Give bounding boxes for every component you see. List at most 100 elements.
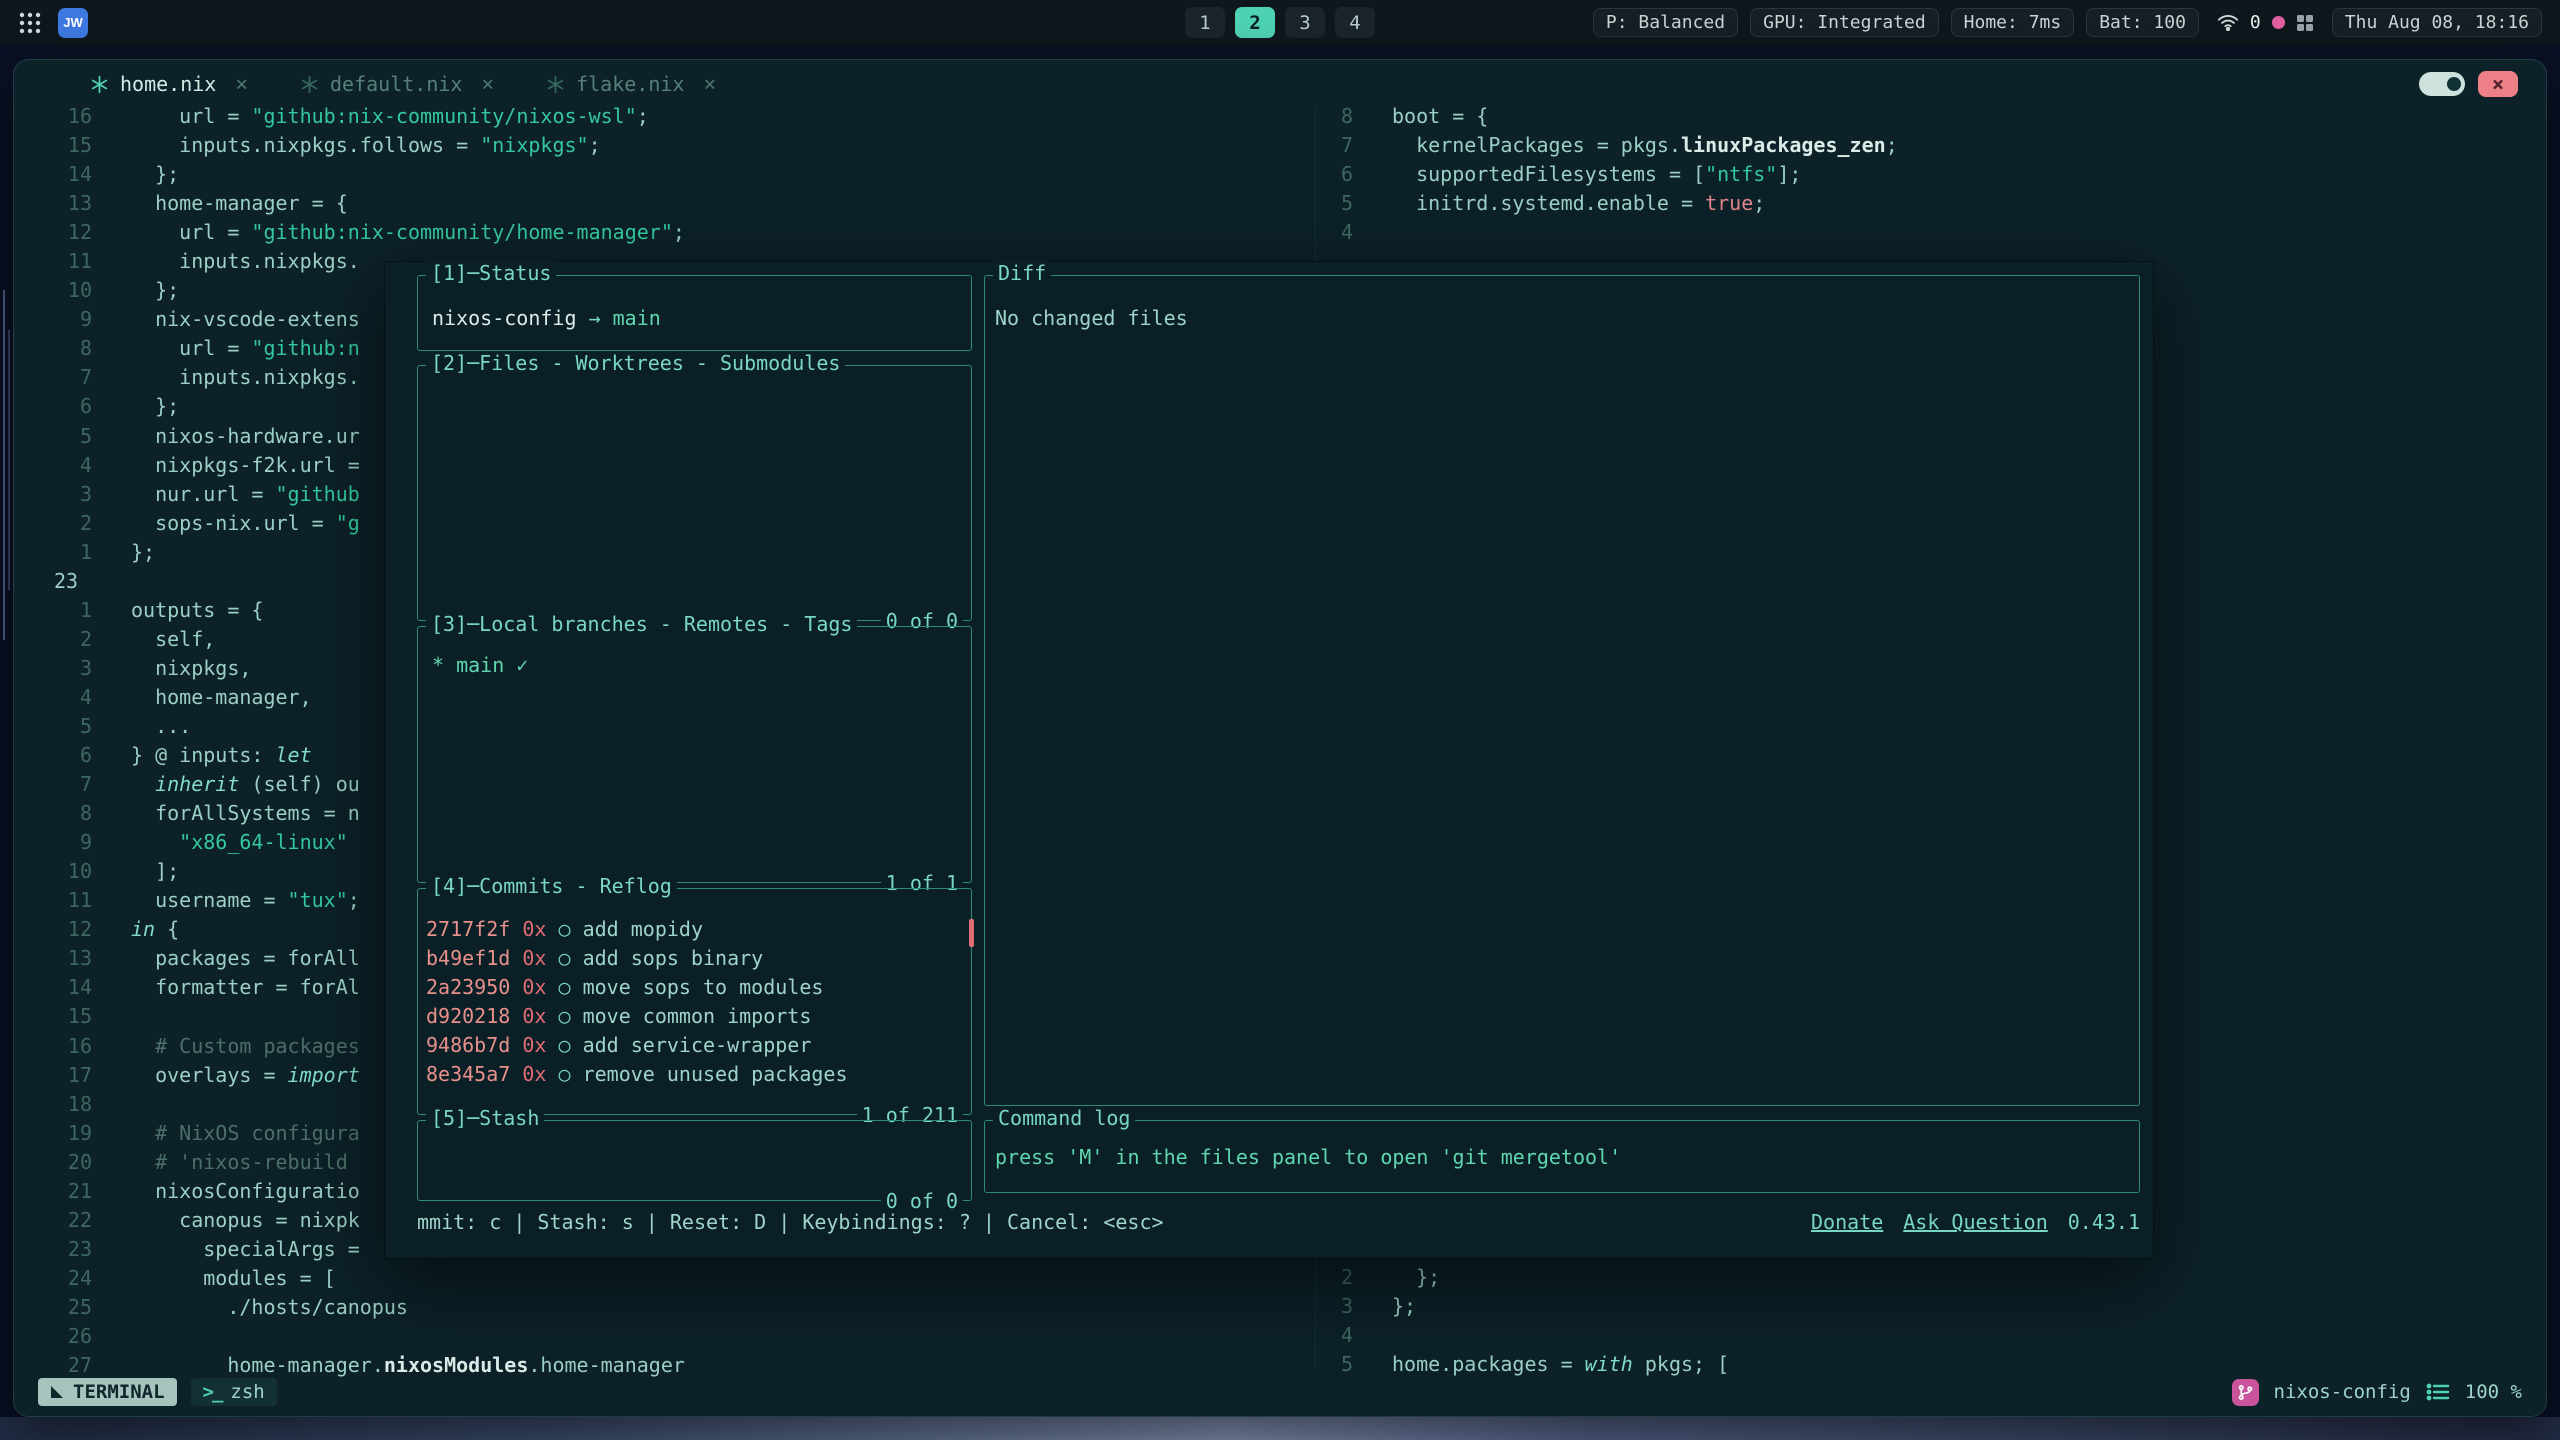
editor-line: 13 home-manager = { — [14, 189, 1316, 218]
tab-flake.nix[interactable]: flake.nix× — [546, 72, 716, 96]
lazygit-options-bar: mmit: c | Stash: s | Reset: D | Keybindi… — [417, 1210, 2140, 1234]
lazygit-commits-panel[interactable]: [4]─Commits - Reflog 2717f2f 0x ○ add mo… — [417, 888, 972, 1115]
panel-title: [3]─Local branches - Remotes - Tags — [426, 612, 857, 636]
panel-title: [5]─Stash — [426, 1106, 544, 1130]
editor-line: 5 initrd.systemd.enable = true; — [1316, 189, 2542, 218]
mode-indicator[interactable]: TERMINAL — [38, 1378, 177, 1406]
clock[interactable]: Thu Aug 08, 18:16 — [2332, 8, 2542, 37]
float-toggle[interactable] — [2419, 72, 2465, 96]
commit-row[interactable]: 2a23950 0x ○ move sops to modules — [426, 973, 971, 1002]
percent-indicator: 100 % — [2465, 1381, 2522, 1403]
editor-line: 26 — [14, 1322, 1316, 1351]
commit-list: 2717f2f 0x ○ add mopidyb49ef1d 0x ○ add … — [418, 889, 971, 1089]
editor-right-bottom: 2 };3};45home.packages = with pkgs; [ — [1316, 1263, 2542, 1379]
editor-right-top: 8boot = {7 kernelPackages = pkgs.linuxPa… — [1316, 102, 2542, 247]
commit-row[interactable]: d920218 0x ○ move common imports — [426, 1002, 971, 1031]
mode-label: TERMINAL — [73, 1381, 165, 1403]
top-bar: JW 1234 P: Balanced GPU: Integrated Home… — [0, 0, 2560, 45]
lazygit-diff-panel[interactable]: Diff No changed files — [984, 275, 2140, 1106]
editor-line: 16 url = "github:nix-community/nixos-wsl… — [14, 102, 1316, 131]
repo-name: nixos-config — [432, 306, 577, 330]
wallpaper-strip — [0, 1417, 2560, 1440]
editor-line: 14 }; — [14, 160, 1316, 189]
nix-snowflake-icon — [90, 75, 109, 94]
editor-line: 25 ./hosts/canopus — [14, 1293, 1316, 1322]
lazygit-popup: [1]─Status nixos-config → main [2]─Files… — [385, 262, 2153, 1258]
current-branch: main — [613, 306, 661, 330]
workspace-4[interactable]: 4 — [1335, 7, 1375, 38]
lazygit-branches-panel[interactable]: [3]─Local branches - Remotes - Tags * ma… — [417, 626, 972, 883]
nix-snowflake-icon — [546, 75, 565, 94]
lazygit-stash-panel[interactable]: [5]─Stash 0 of 0 — [417, 1120, 972, 1201]
command-log-content: press 'M' in the files panel to open 'gi… — [985, 1121, 2139, 1169]
editor-line: 4 — [1316, 1321, 2542, 1350]
status-bar: TERMINAL >_ zsh nixos-config 100 % — [38, 1376, 2522, 1408]
window-close-button[interactable]: × — [2478, 71, 2518, 97]
editor-line: 2 }; — [1316, 1263, 2542, 1292]
keybinding-hints: mmit: c | Stash: s | Reset: D | Keybindi… — [417, 1210, 1164, 1234]
lazygit-files-panel[interactable]: [2]─Files - Worktrees - Submodules 0 of … — [417, 365, 972, 621]
lazygit-command-log-panel[interactable]: Command log press 'M' in the files panel… — [984, 1120, 2140, 1193]
mode-icon — [50, 1385, 64, 1399]
branch-row[interactable]: * main ✓ — [432, 653, 528, 677]
gpu-module[interactable]: GPU: Integrated — [1750, 8, 1939, 37]
tab-close-icon[interactable]: × — [235, 72, 248, 96]
diff-content: No changed files — [985, 276, 2139, 330]
wallpaper-line — [8, 330, 10, 590]
wallpaper-line — [3, 290, 5, 640]
workspace-2[interactable]: 2 — [1235, 7, 1275, 38]
commit-row[interactable]: 8e345a7 0x ○ remove unused packages — [426, 1060, 971, 1089]
lazygit-status-panel[interactable]: [1]─Status nixos-config → main — [417, 275, 972, 351]
recorder-tray-icon[interactable] — [2272, 16, 2285, 29]
layout-tray-icon[interactable] — [2296, 14, 2314, 32]
session-name: nixos-config — [2274, 1381, 2411, 1403]
tab-default.nix[interactable]: default.nix× — [300, 72, 494, 96]
editor-line: 4 — [1316, 218, 2542, 247]
editor-line: 5home.packages = with pkgs; [ — [1316, 1350, 2542, 1379]
tab-close-icon[interactable]: × — [481, 72, 494, 96]
editor-line: 3}; — [1316, 1292, 2542, 1321]
panel-title: [2]─Files - Worktrees - Submodules — [426, 351, 845, 375]
commit-row[interactable]: 9486b7d 0x ○ add service-wrapper — [426, 1031, 971, 1060]
app-launcher-icon[interactable] — [18, 11, 42, 35]
workspace-1[interactable]: 1 — [1185, 7, 1225, 38]
editor-line: 12 url = "github:nix-community/home-mana… — [14, 218, 1316, 247]
tab-bar: home.nix× default.nix× flake.nix× — [90, 72, 716, 96]
editor-line: 7 kernelPackages = pkgs.linuxPackages_ze… — [1316, 131, 2542, 160]
panel-title: Command log — [993, 1106, 1135, 1130]
workspace-switcher: 1234 — [1185, 7, 1375, 38]
editor-tab-bar: home.nix× default.nix× flake.nix× × — [14, 60, 2546, 108]
battery-module[interactable]: Bat: 100 — [2086, 8, 2199, 37]
arrow-icon: → — [589, 306, 601, 330]
shell-label: zsh — [230, 1381, 264, 1403]
workspace-3[interactable]: 3 — [1285, 7, 1325, 38]
version-label: 0.43.1 — [2068, 1210, 2140, 1234]
terminal-window: home.nix× default.nix× flake.nix× × 16 url… — [13, 59, 2547, 1417]
editor-line: 15 inputs.nixpkgs.follows = "nixpkgs"; — [14, 131, 1316, 160]
tab-home.nix[interactable]: home.nix× — [90, 72, 248, 96]
prompt-icon: >_ — [203, 1381, 222, 1403]
donate-link[interactable]: Donate — [1811, 1210, 1883, 1234]
ask-question-link[interactable]: Ask Question — [1903, 1210, 2048, 1234]
nix-snowflake-icon — [300, 75, 319, 94]
panel-title: Diff — [993, 261, 1051, 285]
panel-title: [1]─Status — [426, 261, 556, 285]
git-branch-icon — [2237, 1384, 2254, 1401]
editor-line: 6 supportedFilesystems = ["ntfs"]; — [1316, 160, 2542, 189]
network-latency-module[interactable]: Home: 7ms — [1951, 8, 2075, 37]
commits-scrollbar[interactable] — [969, 919, 974, 947]
shell-tab[interactable]: >_ zsh — [191, 1378, 277, 1406]
notification-count[interactable]: 0 — [2250, 12, 2261, 33]
editor-line: 24 modules = [ — [14, 1264, 1316, 1293]
toggle-knob-icon — [2447, 77, 2461, 91]
power-profile-module[interactable]: P: Balanced — [1593, 8, 1738, 37]
commit-row[interactable]: 2717f2f 0x ○ add mopidy — [426, 915, 971, 944]
editor-line: 8boot = { — [1316, 102, 2542, 131]
list-icon[interactable] — [2426, 1382, 2450, 1402]
commit-row[interactable]: b49ef1d 0x ○ add sops binary — [426, 944, 971, 973]
wifi-icon[interactable] — [2217, 14, 2239, 31]
system-tray: 0 — [2211, 12, 2320, 33]
tab-close-icon[interactable]: × — [703, 72, 716, 96]
logo-badge[interactable]: JW — [58, 8, 88, 38]
git-branch-chip[interactable] — [2232, 1379, 2259, 1406]
